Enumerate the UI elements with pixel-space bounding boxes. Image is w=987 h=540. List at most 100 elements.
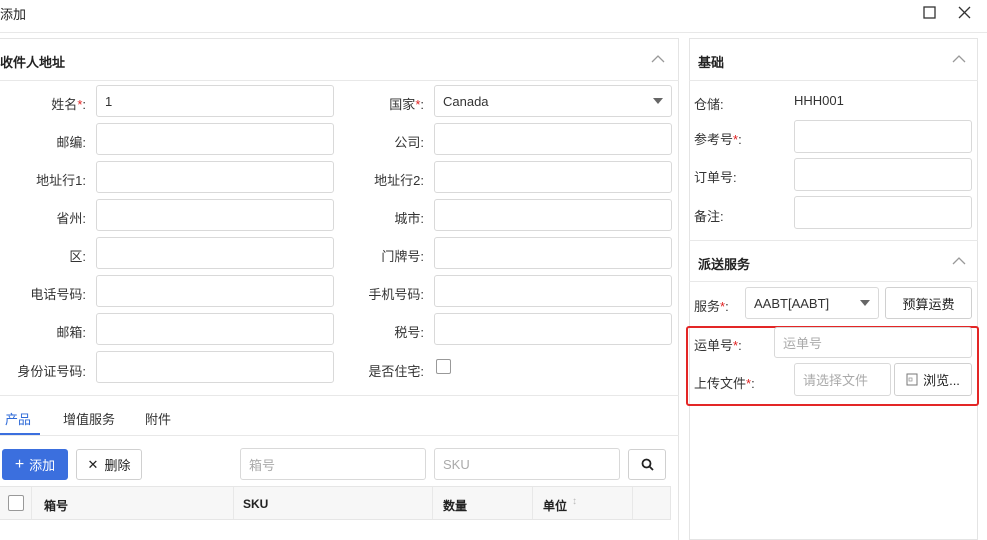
recipient-left-input[interactable] — [96, 123, 334, 155]
col-sep — [233, 487, 234, 519]
col-sep — [532, 487, 533, 519]
tracking-number-input[interactable]: 运单号 — [774, 327, 972, 358]
service-label: 服务*: — [694, 299, 729, 314]
recipient-left-input[interactable]: 1 — [96, 85, 334, 117]
remark-label: 备注: — [694, 209, 724, 224]
chevron-up-icon[interactable] — [651, 52, 665, 69]
recipient-left-label: 身份证号码: — [17, 364, 86, 379]
col-sku[interactable]: SKU — [243, 497, 268, 511]
upload-file-placeholder: 请选择文件 — [803, 373, 869, 388]
tab-value-added-services[interactable]: 增值服务 — [63, 409, 115, 428]
recipient-left-input[interactable] — [96, 351, 334, 383]
recipient-right-label: 国家*: — [389, 97, 424, 112]
tab-attachments[interactable]: 附件 — [145, 409, 171, 428]
recipient-right-input[interactable] — [434, 123, 672, 155]
product-table-header — [0, 486, 671, 520]
country-select[interactable]: Canada — [434, 85, 672, 117]
warehouse-label: 仓储: — [694, 97, 724, 112]
recipient-right-label: 门牌号: — [381, 249, 424, 264]
tabs-top-divider — [0, 395, 679, 396]
tabs-bottom-divider — [0, 435, 679, 436]
chevron-up-icon[interactable] — [952, 254, 966, 271]
chevron-down-icon — [860, 300, 870, 306]
col-quantity[interactable]: 数量 — [443, 497, 467, 514]
header-divider — [0, 32, 987, 33]
delivery-divider — [689, 281, 978, 282]
box-number-placeholder: 箱号 — [249, 457, 276, 473]
recipient-left-label: 地址行1: — [36, 173, 86, 188]
estimate-shipping-button[interactable]: 预算运费 — [885, 287, 972, 319]
browse-button[interactable]: 浏览... — [894, 363, 972, 396]
delivery-title: 派送服务 — [698, 257, 751, 272]
recipient-left-label: 电话号码: — [30, 287, 86, 302]
recipient-right-input[interactable] — [434, 313, 672, 345]
remark-input[interactable] — [794, 196, 972, 229]
tab-products[interactable]: 产品 — [5, 409, 31, 428]
sku-placeholder: SKU — [443, 456, 470, 472]
tracking-number-placeholder: 运单号 — [783, 336, 823, 351]
close-icon[interactable] — [954, 2, 974, 22]
add-product-label: 添加 — [29, 458, 56, 473]
sku-search-input[interactable]: SKU — [434, 448, 620, 480]
recipient-right-input[interactable] — [434, 275, 672, 307]
basic-divider — [689, 80, 978, 81]
col-sep — [632, 487, 633, 519]
col-unit[interactable]: 单位 — [543, 497, 567, 514]
recipient-left-input[interactable] — [96, 199, 334, 231]
recipient-left-input[interactable] — [96, 161, 334, 193]
recipient-right-input[interactable] — [434, 161, 672, 193]
x-icon: ✕ — [87, 456, 99, 472]
select-all-checkbox[interactable] — [8, 495, 24, 511]
warehouse-value: HHH001 — [794, 93, 844, 108]
plus-icon: + — [14, 455, 25, 473]
recipient-divider — [0, 80, 679, 81]
service-select[interactable]: AABT[AABT] — [745, 287, 879, 319]
recipient-title: 收件人地址 — [0, 55, 66, 70]
recipient-right-label: 城市: — [394, 211, 424, 226]
order-number-input[interactable] — [794, 158, 972, 191]
dialog-title: 添加 — [0, 7, 27, 22]
recipient-right-label: 手机号码: — [368, 287, 424, 302]
tracking-number-label: 运单号*: — [694, 338, 742, 353]
residential-checkbox[interactable] — [436, 359, 451, 374]
basic-title: 基础 — [698, 55, 725, 70]
search-icon — [641, 458, 654, 471]
input-value: Canada — [443, 93, 489, 109]
delivery-top-divider — [689, 240, 978, 241]
delete-product-button[interactable]: ✕ 删除 — [76, 449, 142, 480]
reference-number-input[interactable] — [794, 120, 972, 153]
upload-file-input[interactable]: 请选择文件 — [794, 363, 891, 396]
recipient-right-label: 税号: — [394, 325, 424, 340]
col-sep — [31, 487, 32, 519]
order-number-label: 订单号: — [694, 170, 737, 185]
col-box-number[interactable]: 箱号 — [44, 497, 68, 514]
recipient-right-label: 是否住宅: — [368, 364, 424, 379]
input-value: 1 — [105, 93, 113, 109]
service-value: AABT[AABT] — [754, 295, 830, 311]
add-product-button[interactable]: + 添加 — [2, 449, 68, 480]
file-icon — [906, 373, 918, 386]
recipient-right-input[interactable] — [434, 199, 672, 231]
browse-label: 浏览... — [923, 373, 960, 388]
chevron-up-icon[interactable] — [952, 52, 966, 69]
reference-label: 参考号*: — [694, 132, 742, 147]
recipient-left-input[interactable] — [96, 313, 334, 345]
recipient-right-label: 地址行2: — [374, 173, 424, 188]
recipient-left-label: 邮编: — [56, 135, 86, 150]
recipient-left-label: 姓名*: — [51, 97, 86, 112]
recipient-right-label: 公司: — [394, 135, 424, 150]
recipient-left-label: 区: — [69, 249, 86, 264]
delete-product-label: 删除 — [104, 458, 131, 473]
search-button[interactable] — [628, 449, 666, 480]
recipient-right-input[interactable] — [434, 237, 672, 269]
recipient-left-label: 邮箱: — [56, 325, 86, 340]
sort-icon[interactable]: ↕ — [572, 496, 577, 507]
upload-file-label: 上传文件*: — [694, 376, 755, 391]
recipient-left-input[interactable] — [96, 275, 334, 307]
col-sep — [432, 487, 433, 519]
recipient-left-input[interactable] — [96, 237, 334, 269]
recipient-left-label: 省州: — [56, 211, 86, 226]
box-number-search-input[interactable]: 箱号 — [240, 448, 426, 480]
chevron-down-icon — [653, 98, 663, 104]
maximize-icon[interactable] — [919, 2, 939, 22]
